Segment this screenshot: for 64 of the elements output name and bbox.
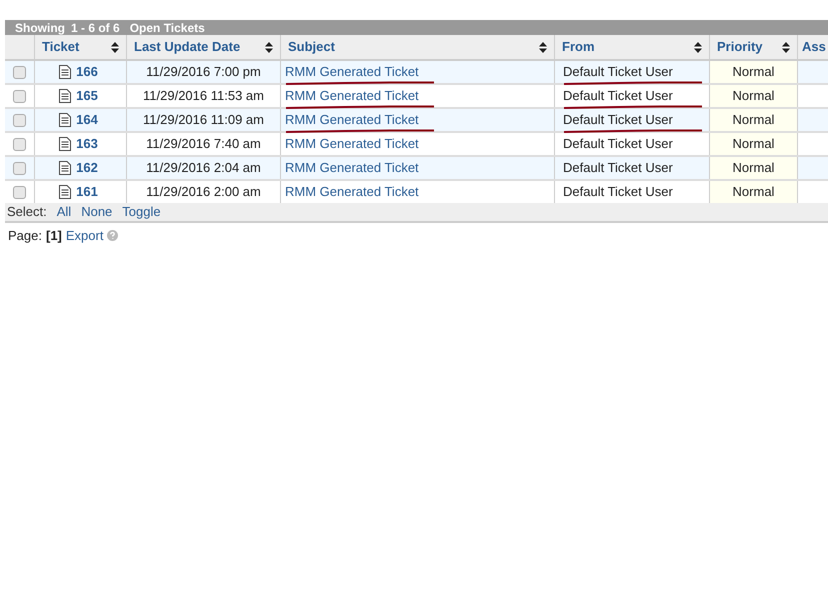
sort-icon[interactable] (539, 42, 547, 52)
document-icon (59, 113, 72, 127)
export-link[interactable]: Export (66, 226, 104, 246)
select-link[interactable]: Toggle (122, 202, 161, 222)
ticket-number-link[interactable]: 162 (76, 158, 98, 178)
document-icon (59, 65, 72, 79)
from-cell: Default Ticket User (563, 160, 673, 176)
table-title: Open Tickets (130, 22, 205, 34)
priority-cell-text: Normal (732, 183, 774, 202)
row-checkbox[interactable] (13, 66, 26, 78)
from-cell: Default Ticket User (563, 112, 673, 128)
document-icon (59, 137, 72, 151)
date-cell-text: 11/29/2016 11:53 am (143, 87, 264, 106)
priority-cell-text: Normal (732, 135, 774, 154)
subject-link[interactable]: RMM Generated Ticket (285, 64, 419, 80)
priority-cell-text: Normal (732, 159, 774, 178)
sort-icon[interactable] (782, 42, 790, 52)
date-cell-text: 11/29/2016 2:00 am (146, 183, 261, 202)
from-cell: Default Ticket User (563, 88, 673, 104)
column-header[interactable]: Subject (288, 37, 335, 57)
column-header[interactable]: Ass (802, 37, 826, 57)
sort-icon[interactable] (111, 42, 119, 52)
row-checkbox[interactable] (13, 162, 26, 174)
sort-icon[interactable] (694, 42, 702, 52)
column-header[interactable]: From (562, 37, 594, 57)
ticket-number-link[interactable]: 165 (76, 86, 98, 106)
ticket-number-link[interactable]: 164 (76, 110, 98, 130)
document-icon (59, 185, 72, 199)
document-icon (59, 89, 72, 103)
row-checkbox[interactable] (13, 186, 26, 198)
priority-cell-text: Normal (732, 87, 774, 106)
sort-icon[interactable] (265, 42, 273, 52)
date-cell-text: 11/29/2016 11:09 am (143, 111, 264, 130)
subject-link[interactable]: RMM Generated Ticket (285, 160, 419, 176)
select-link[interactable]: All (56, 202, 72, 222)
column-header[interactable]: Priority (717, 37, 763, 57)
from-cell: Default Ticket User (563, 136, 673, 152)
priority-cell-text: Normal (732, 63, 774, 82)
select-link[interactable]: None (81, 202, 112, 222)
help-icon[interactable] (107, 230, 118, 242)
ticket-number-link[interactable]: 163 (76, 134, 98, 154)
column-header[interactable]: Ticket (42, 37, 80, 57)
row-checkbox[interactable] (13, 90, 26, 102)
subject-link[interactable]: RMM Generated Ticket (285, 136, 419, 152)
from-cell: Default Ticket User (563, 64, 673, 80)
range-label: 1 - 6 of 6 (71, 22, 120, 34)
ticket-number-link[interactable]: 166 (76, 62, 98, 82)
select-label: Select: (7, 203, 47, 222)
column-header[interactable]: Last Update Date (134, 37, 240, 57)
subject-link[interactable]: RMM Generated Ticket (285, 184, 419, 200)
showing-label: Showing (15, 22, 65, 34)
subject-link[interactable]: RMM Generated Ticket (285, 112, 419, 128)
from-cell: Default Ticket User (563, 184, 673, 200)
date-cell-text: 11/29/2016 2:04 am (146, 159, 261, 178)
priority-cell-text: Normal (732, 111, 774, 130)
subject-link[interactable]: RMM Generated Ticket (285, 88, 419, 104)
ticket-number-link[interactable]: 161 (76, 182, 98, 202)
date-cell-text: 11/29/2016 7:40 am (146, 135, 261, 154)
row-checkbox[interactable] (13, 138, 26, 150)
date-cell-text: 11/29/2016 7:00 pm (146, 63, 261, 82)
row-checkbox[interactable] (13, 114, 26, 126)
document-icon (59, 161, 72, 175)
current-page[interactable]: [1] (46, 226, 62, 246)
page-label: Page: (8, 227, 42, 245)
